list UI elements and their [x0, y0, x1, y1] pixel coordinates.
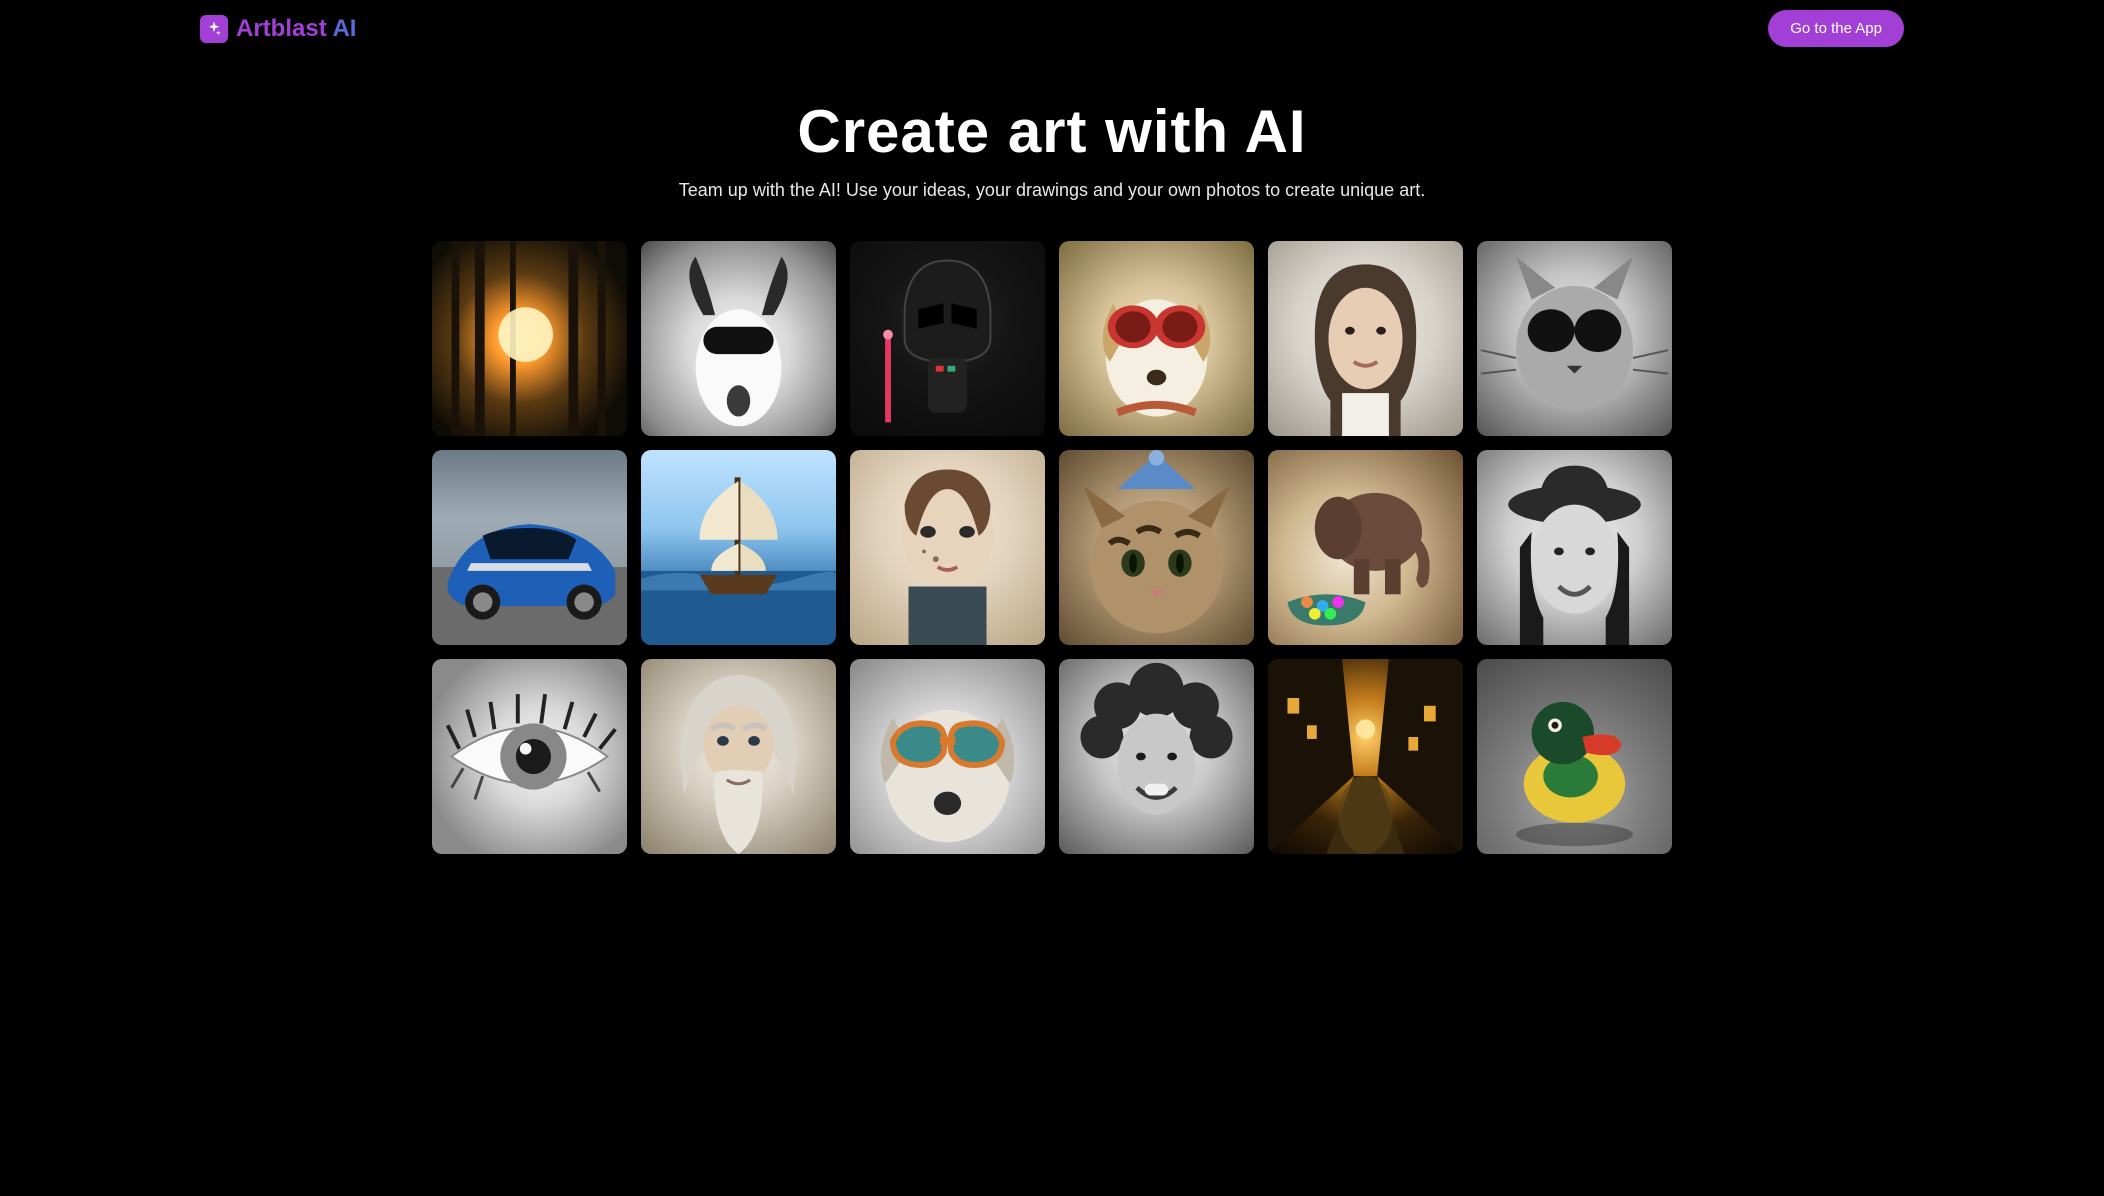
gallery-tile-dog-red-sunglasses[interactable] — [1059, 241, 1254, 436]
artwork-icon — [1059, 659, 1254, 854]
artwork-icon — [432, 241, 627, 436]
gallery-tile-woman-portrait[interactable] — [1268, 241, 1463, 436]
gallery-tile-blue-sports-car[interactable] — [432, 450, 627, 645]
brand-name-part1: Artblast — [236, 15, 332, 42]
artwork-icon — [1059, 450, 1254, 645]
artwork-icon — [1268, 241, 1463, 436]
page-subtitle: Team up with the AI! Use your ideas, you… — [20, 180, 2084, 201]
brand-logo[interactable]: Artblast AI — [200, 15, 356, 43]
gallery-tile-woman-fedora-bw[interactable] — [1477, 450, 1672, 645]
artwork-icon — [1268, 659, 1463, 854]
artwork-icon — [1477, 241, 1672, 436]
artwork-gallery — [332, 231, 1772, 884]
artwork-icon — [1477, 659, 1672, 854]
gallery-tile-cat-sunglasses-bw[interactable] — [1477, 241, 1672, 436]
gallery-tile-eye-closeup-bw[interactable] — [432, 659, 627, 854]
artwork-icon — [641, 450, 836, 645]
artwork-icon — [641, 241, 836, 436]
brand-name: Artblast AI — [236, 15, 356, 43]
artwork-icon — [432, 450, 627, 645]
gallery-tile-tabby-cat-party-hat[interactable] — [1059, 450, 1254, 645]
gallery-tile-elephant-figurine-candy[interactable] — [1268, 450, 1463, 645]
gallery-tile-dog-orange-sunglasses[interactable] — [850, 659, 1045, 854]
sparkle-icon — [200, 15, 228, 43]
artwork-icon — [641, 659, 836, 854]
artwork-icon — [850, 241, 1045, 436]
artwork-icon — [1477, 450, 1672, 645]
gallery-tile-girl-watercolor-portrait[interactable] — [850, 450, 1045, 645]
gallery-tile-wizard-old-man[interactable] — [641, 659, 836, 854]
gallery-tile-colorful-rubber-duck[interactable] — [1477, 659, 1672, 854]
gallery-tile-forest-sunlight[interactable] — [432, 241, 627, 436]
artwork-icon — [432, 659, 627, 854]
gallery-tile-woman-curly-hair-bw[interactable] — [1059, 659, 1254, 854]
gallery-tile-darth-vader-chibi[interactable] — [850, 241, 1045, 436]
artwork-icon — [1059, 241, 1254, 436]
artwork-icon — [1268, 450, 1463, 645]
go-to-app-button[interactable]: Go to the App — [1768, 10, 1904, 47]
artwork-icon — [850, 450, 1045, 645]
gallery-tile-old-town-street-night[interactable] — [1268, 659, 1463, 854]
artwork-icon — [850, 659, 1045, 854]
gallery-tile-sailing-ship-sea[interactable] — [641, 450, 836, 645]
gallery-tile-goat-sunglasses-bw[interactable] — [641, 241, 836, 436]
site-header: Artblast AI Go to the App — [0, 0, 2104, 57]
brand-name-part2: AI — [332, 15, 356, 42]
page-title: Create art with AI — [20, 97, 2084, 166]
hero-section: Create art with AI Team up with the AI! … — [0, 57, 2104, 231]
